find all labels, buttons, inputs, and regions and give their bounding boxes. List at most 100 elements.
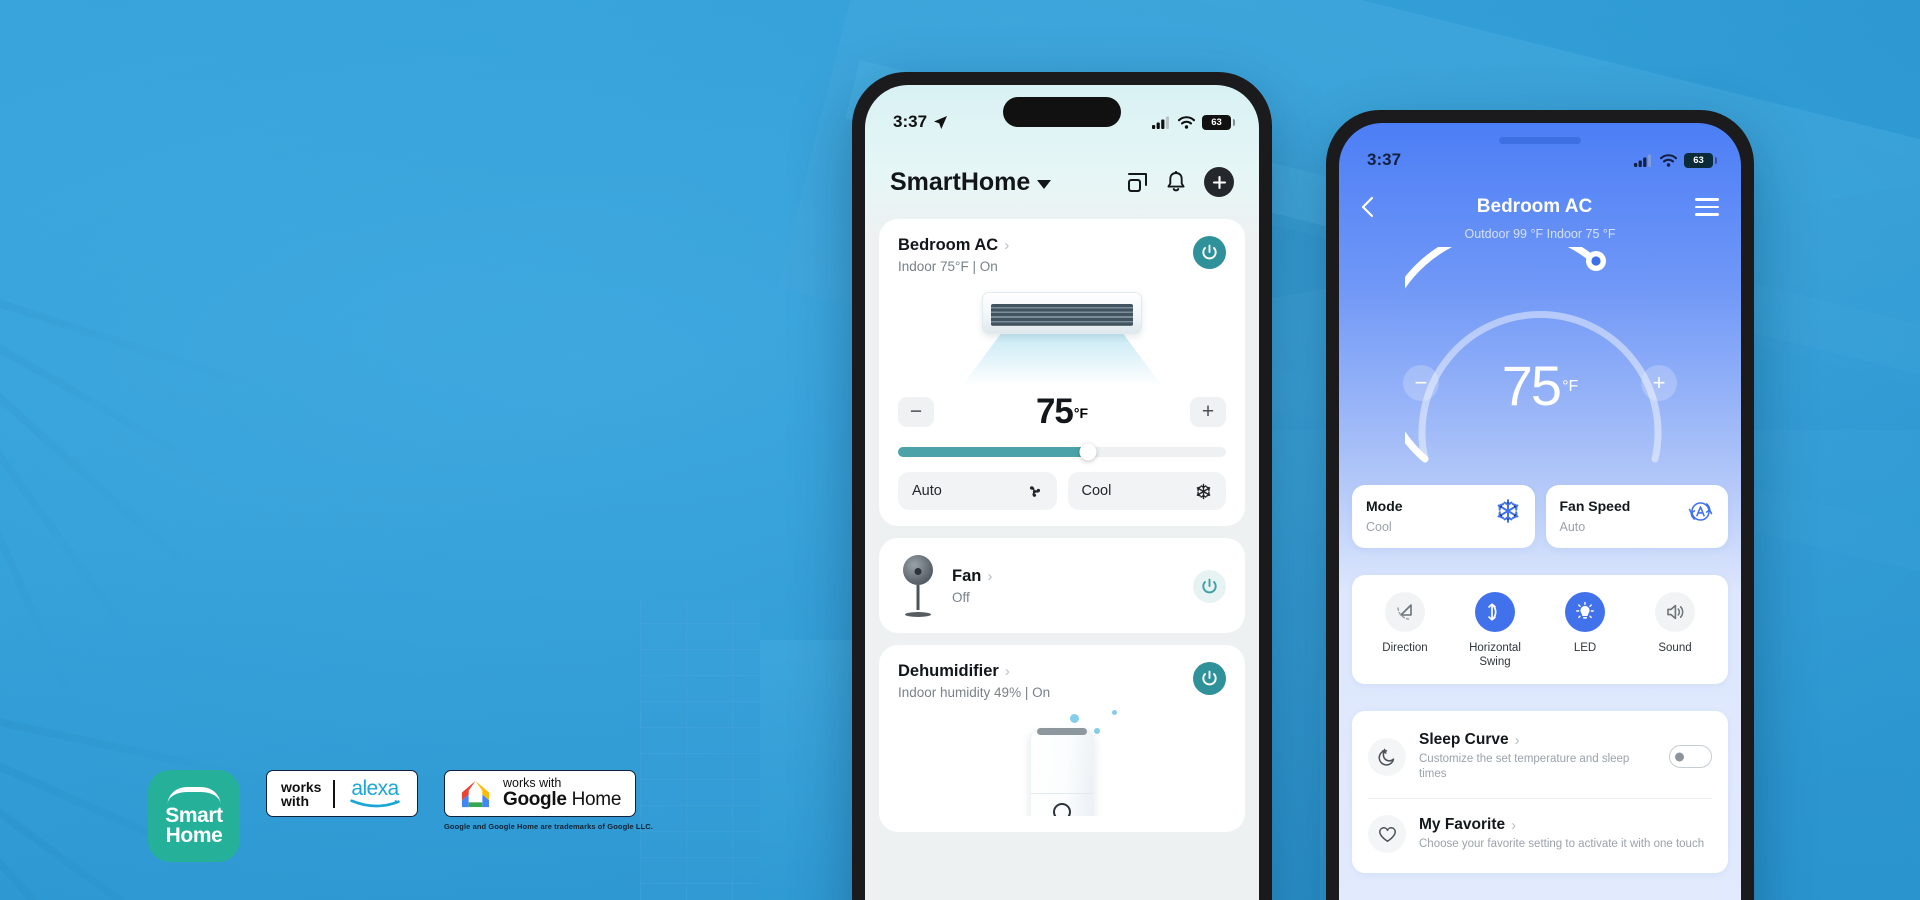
my-favorite-row[interactable]: My Favorite › Choose your favorite setti…: [1368, 798, 1712, 869]
ac-temp-decrease-button[interactable]: −: [898, 397, 934, 427]
temperature-dial[interactable]: 75 °F − +: [1339, 247, 1741, 479]
google-home-word: Home: [566, 789, 622, 810]
bedroom-ac-title[interactable]: Bedroom AC ›: [898, 236, 1009, 255]
alexa-with-text: with: [281, 792, 309, 809]
sleep-curve-toggle[interactable]: [1669, 745, 1712, 768]
function-toggle-row: Direction Horizontal Swing LED Sound: [1352, 575, 1728, 684]
ac-mode-chips: Auto Cool: [898, 472, 1226, 510]
led-label: LED: [1573, 642, 1597, 654]
my-favorite-title: My Favorite: [1419, 816, 1506, 833]
fan-power-button[interactable]: [1193, 569, 1226, 603]
settings-list: Sleep Curve › Customize the set temperat…: [1352, 711, 1728, 873]
works-with-google-home-badge: works with Google Home: [443, 770, 637, 817]
cast-icon[interactable]: [1127, 172, 1148, 193]
ac-temp-increase-button[interactable]: +: [1190, 397, 1226, 427]
dial-increase-button[interactable]: +: [1641, 365, 1677, 401]
ac-temp-display: 75°F: [1036, 392, 1088, 432]
device-card-list: Bedroom AC › Indoor 75°F | On − 75°F + A…: [879, 219, 1245, 900]
sleep-curve-icon-wrap: [1368, 737, 1406, 776]
function-direction[interactable]: Direction: [1363, 592, 1447, 669]
ac-temp-unit: °F: [1073, 405, 1089, 421]
cellular-signal-icon: [1634, 154, 1651, 167]
ac-temperature-control: − 75°F +: [898, 392, 1226, 432]
dehumidifier-title[interactable]: Dehumidifier ›: [898, 662, 1050, 681]
heart-icon: [1378, 826, 1396, 842]
bedroom-ac-power-button[interactable]: [1193, 236, 1226, 269]
snowflake-icon: [1196, 483, 1211, 499]
bell-icon[interactable]: [1166, 171, 1186, 193]
status-time: 3:37: [1367, 150, 1402, 169]
dehumidifier-name: Dehumidifier: [898, 662, 999, 680]
power-icon: [1202, 670, 1217, 686]
sound-circle: [1655, 592, 1695, 632]
led-light-icon: [1576, 601, 1594, 619]
moon-star-icon: [1378, 748, 1394, 766]
dehumidifier-illustration: [898, 706, 1226, 816]
plus-icon: [1212, 175, 1226, 189]
fan-speed-label: Fan Speed: [1559, 498, 1631, 514]
wifi-icon: [1178, 115, 1195, 129]
chevron-right-icon: ›: [987, 568, 993, 585]
function-sound[interactable]: Sound: [1633, 592, 1717, 669]
dial-decrease-button[interactable]: −: [1403, 365, 1439, 401]
direction-label: Direction: [1382, 642, 1428, 654]
page-title: Bedroom AC: [1476, 196, 1593, 217]
hamburger-menu-icon[interactable]: [1694, 198, 1719, 216]
chevron-right-icon: ›: [1004, 237, 1010, 254]
ac-slider-fill: [898, 447, 1089, 457]
dehumidifier-body: [1030, 728, 1094, 816]
ac-airflow: [962, 332, 1162, 386]
speaker-bar: [1499, 137, 1581, 144]
dial-temperature-readout: 75 °F: [1339, 353, 1741, 418]
chevron-left-icon[interactable]: [1361, 196, 1374, 218]
dial-temp-value: 75: [1501, 354, 1562, 417]
bedroom-ac-status: Indoor 75°F | On: [898, 259, 998, 274]
house-roof-icon: [167, 786, 221, 804]
left-status-bar: 3:37 63: [865, 107, 1259, 137]
app-title-button[interactable]: SmartHome: [890, 167, 1052, 197]
sleep-curve-title: Sleep Curve: [1419, 731, 1509, 748]
outdoor-indoor-readout: Outdoor 99 °F Indoor 75 °F: [1464, 227, 1616, 241]
sleep-curve-description: Customize the set temperature and sleep …: [1419, 753, 1630, 780]
ac-chip-auto[interactable]: Auto: [898, 472, 1057, 510]
function-led[interactable]: LED: [1543, 592, 1627, 669]
fan-status: Off: [952, 590, 970, 605]
right-nav-bar: Bedroom AC: [1339, 185, 1741, 229]
horizontal-swing-icon: [1488, 603, 1497, 621]
power-icon: [1202, 244, 1217, 260]
bedroom-ac-card[interactable]: Bedroom AC › Indoor 75°F | On − 75°F + A…: [879, 219, 1245, 526]
function-horizontal-swing[interactable]: Horizontal Swing: [1453, 592, 1537, 669]
sleep-curve-row[interactable]: Sleep Curve › Customize the set temperat…: [1368, 715, 1712, 798]
chevron-down-icon: [1037, 180, 1052, 189]
dehumidifier-power-button[interactable]: [1193, 662, 1226, 695]
smart-home-logo: Smart Home: [148, 770, 240, 862]
alexa-wordmark: alexa: [351, 777, 399, 800]
app-title-text: SmartHome: [890, 167, 1031, 196]
fan-pole: [916, 585, 920, 610]
add-device-button[interactable]: [1204, 167, 1234, 197]
dehumidifier-card[interactable]: Dehumidifier › Indoor humidity 49% | On: [879, 645, 1245, 832]
right-status-bar: 3:37 63: [1339, 145, 1741, 175]
mode-card[interactable]: Mode Cool: [1352, 485, 1535, 548]
bedroom-ac-name: Bedroom AC: [898, 236, 999, 254]
right-phone-screen: 3:37 63 Bedroom AC Outdoor 99 °F Indoor …: [1339, 123, 1741, 900]
smart-home-logo-line1: Smart: [165, 803, 223, 827]
sleep-curve-title-row: Sleep Curve ›: [1419, 731, 1656, 749]
alexa-smile-icon: [350, 799, 400, 808]
ac-temp-slider[interactable]: [898, 443, 1226, 461]
battery-indicator: 63: [1202, 114, 1235, 130]
google-trademark-notice: Google and Google Home are trademarks of…: [443, 822, 653, 831]
fan-title[interactable]: Fan ›: [952, 567, 1179, 586]
wifi-icon: [1660, 153, 1677, 167]
ac-slider-knob[interactable]: [1079, 443, 1097, 461]
mode-fanspeed-row: Mode Cool Fan Speed Auto: [1352, 485, 1728, 548]
dial-temp-unit: °F: [1562, 378, 1579, 395]
mode-value: Cool: [1366, 520, 1392, 534]
ac-chip-cool[interactable]: Cool: [1067, 472, 1226, 510]
fan-speed-card[interactable]: Fan Speed Auto: [1545, 485, 1728, 548]
dehumidifier-top-vent: [1037, 728, 1087, 735]
my-favorite-description: Choose your favorite setting to activate…: [1419, 838, 1705, 850]
mode-label: Mode: [1366, 498, 1403, 514]
phone-left: 3:37 63 SmartHome Bedroom AC › Indoor 75…: [852, 72, 1272, 900]
fan-card[interactable]: Fan › Off: [879, 538, 1245, 633]
